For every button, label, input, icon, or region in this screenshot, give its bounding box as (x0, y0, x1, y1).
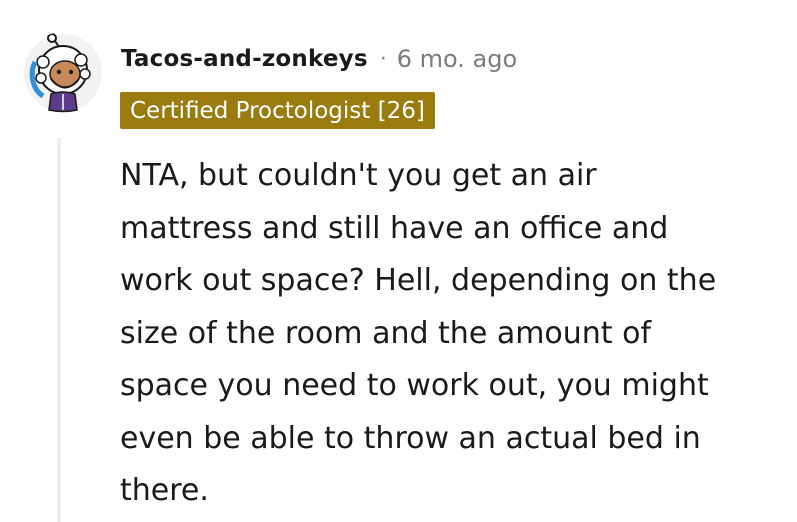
snoo-avatar-icon (24, 33, 102, 113)
comment-body-line: even be able to throw an actual bed in (120, 420, 701, 456)
comment-body-line: space you need to work out, you might (120, 368, 709, 403)
comment-meta: Tacos-and-zonkeys · 6 mo. ago (121, 40, 517, 78)
thread-collapse-line[interactable] (57, 138, 61, 522)
user-avatar[interactable] (23, 32, 103, 114)
comment-body-line: NTA, but couldn't you get an air (120, 158, 597, 193)
meta-separator: · (379, 46, 387, 72)
comment-body-line: mattress and still have an office and (120, 210, 669, 246)
comment-body-line: there. (120, 473, 209, 508)
comment-body-line: work out space? Hell, depending on the (120, 263, 717, 298)
comment-timestamp[interactable]: 6 mo. ago (397, 45, 517, 73)
user-flair-badge: Certified Proctologist [26] (120, 92, 435, 129)
author-username[interactable]: Tacos-and-zonkeys (121, 46, 368, 72)
comment: Tacos-and-zonkeys · 6 mo. ago Certified … (0, 0, 797, 522)
comment-body-line: size of the room and the amount of (120, 315, 652, 351)
comment-body: NTA, but couldn't you get an air mattres… (120, 150, 790, 518)
